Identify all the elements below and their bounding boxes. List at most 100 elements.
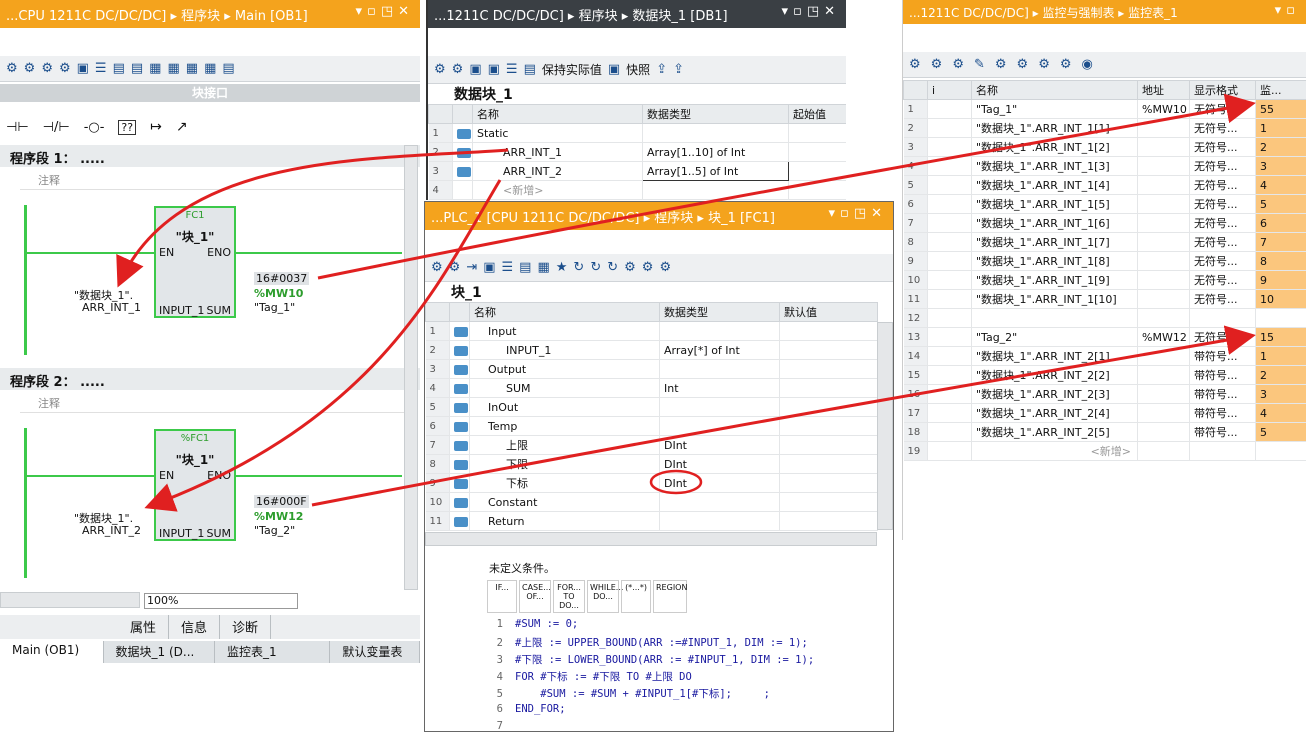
table-row[interactable]: 18 "数据块_1".ARR_INT_2[5] 带符号... 5 bbox=[903, 422, 1306, 442]
row-type[interactable]: Array[1..10] of Int bbox=[642, 142, 789, 162]
row-format[interactable]: 无符号 bbox=[1189, 327, 1256, 347]
toolbar-icon[interactable]: ⚙ bbox=[1017, 57, 1029, 72]
network-1-comment[interactable]: 注释 bbox=[20, 172, 410, 190]
row-start[interactable] bbox=[788, 142, 846, 162]
row-format[interactable] bbox=[1189, 308, 1256, 328]
table-row[interactable]: 10 "数据块_1".ARR_INT_1[9] 无符号... 9 bbox=[903, 270, 1306, 290]
network-1-header[interactable]: 程序段 1： ..... bbox=[0, 145, 420, 167]
table-row[interactable]: 11 Return bbox=[425, 511, 878, 531]
toolbar-icon[interactable]: ▦ bbox=[167, 61, 179, 76]
table-row[interactable]: 19 <新增> bbox=[903, 441, 1306, 461]
row-format[interactable]: 无符号... bbox=[1189, 99, 1256, 119]
table-row[interactable]: 8 "数据块_1".ARR_INT_1[7] 无符号... 7 bbox=[903, 232, 1306, 252]
code-line[interactable]: 7 bbox=[485, 720, 515, 731]
row-default[interactable] bbox=[779, 340, 878, 360]
toolbar-icon[interactable]: ⚙ bbox=[1038, 57, 1050, 72]
no-contact-icon[interactable]: ⊣⊢ bbox=[6, 120, 29, 135]
row-default[interactable] bbox=[779, 321, 878, 341]
col-type[interactable]: 数据类型 bbox=[659, 302, 780, 322]
code-line[interactable]: 5 #SUM := #SUM + #INPUT_1[#下标]; ; bbox=[485, 686, 770, 701]
row-format[interactable] bbox=[1189, 441, 1256, 461]
table-row[interactable]: 5 InOut bbox=[425, 397, 878, 417]
col-format[interactable]: 显示格式 bbox=[1189, 80, 1256, 100]
row-address[interactable] bbox=[1137, 384, 1190, 404]
tab-properties[interactable]: 属性 bbox=[118, 615, 170, 639]
row-address[interactable] bbox=[1137, 156, 1190, 176]
window-controls[interactable]: ▾▫◳✕ bbox=[781, 4, 840, 19]
row-name[interactable]: Temp bbox=[469, 416, 660, 436]
network-2-comment[interactable]: 注释 bbox=[20, 395, 410, 413]
close-branch-icon[interactable]: ↗ bbox=[176, 119, 188, 135]
table-row[interactable]: 7 上限 DInt bbox=[425, 435, 878, 455]
output-operand[interactable]: "Tag_1" bbox=[254, 301, 295, 314]
snapshot-icon[interactable]: ▣ bbox=[608, 62, 620, 77]
table-row[interactable]: 3 ARR_INT_2 Array[1..5] of Int bbox=[428, 161, 846, 181]
toolbar-icon[interactable]: ⚙ bbox=[6, 61, 18, 76]
toolbar-icon[interactable]: ⚙ bbox=[909, 57, 921, 72]
table-row[interactable]: 1 "Tag_1" %MW10 无符号... 55 bbox=[903, 99, 1306, 119]
toolbar-icon[interactable]: ☰ bbox=[506, 62, 518, 77]
input-operand[interactable]: ARR_INT_2 bbox=[82, 524, 141, 537]
row-format[interactable]: 无符号... bbox=[1189, 118, 1256, 138]
row-type[interactable]: DInt bbox=[659, 435, 780, 455]
code-line[interactable]: 4 FOR #下标 := #下限 TO #上限 DO bbox=[485, 669, 692, 684]
row-default[interactable] bbox=[779, 511, 878, 531]
row-name[interactable]: "数据块_1".ARR_INT_1[7] bbox=[971, 232, 1138, 252]
toolbar-icon[interactable]: ⚙ bbox=[952, 57, 964, 72]
row-name[interactable]: "数据块_1".ARR_INT_1[5] bbox=[971, 194, 1138, 214]
col-name[interactable]: 名称 bbox=[469, 302, 660, 322]
toolbar-icon[interactable]: ▣ bbox=[483, 260, 495, 275]
nc-contact-icon[interactable]: ⊣/⊢ bbox=[43, 120, 70, 135]
row-address[interactable] bbox=[1137, 251, 1190, 271]
window-controls[interactable]: ▾▫ bbox=[1275, 3, 1300, 18]
table-row[interactable]: 15 "数据块_1".ARR_INT_2[2] 带符号... 2 bbox=[903, 365, 1306, 385]
row-name[interactable]: Output bbox=[469, 359, 660, 379]
row-format[interactable]: 无符号... bbox=[1189, 194, 1256, 214]
monitor-all-icon[interactable]: ◉ bbox=[1082, 57, 1093, 72]
row-format[interactable]: 无符号... bbox=[1189, 289, 1256, 309]
col-start[interactable]: 起始值 bbox=[788, 104, 846, 124]
code-line[interactable]: 1 #SUM := 0; bbox=[485, 618, 579, 630]
col-monitor[interactable]: 监... bbox=[1255, 80, 1306, 100]
row-name[interactable]: "数据块_1".ARR_INT_1[1] bbox=[971, 118, 1138, 138]
row-type[interactable] bbox=[659, 359, 780, 379]
table-row[interactable]: 17 "数据块_1".ARR_INT_2[4] 带符号... 4 bbox=[903, 403, 1306, 423]
row-address[interactable] bbox=[1137, 346, 1190, 366]
toolbar-icon[interactable]: ⚙ bbox=[642, 260, 654, 275]
toolbar-icon[interactable]: ⇪ bbox=[673, 62, 684, 77]
tab-diagnostics[interactable]: 诊断 bbox=[220, 615, 272, 639]
toolbar-icon[interactable]: ★ bbox=[556, 260, 568, 275]
table-row[interactable]: 4 <新增> bbox=[428, 180, 846, 200]
table-row[interactable]: 9 "数据块_1".ARR_INT_1[8] 无符号... 8 bbox=[903, 251, 1306, 271]
toolbar-icon[interactable]: ⚙ bbox=[24, 61, 36, 76]
network-2-header[interactable]: 程序段 2： ..... bbox=[0, 368, 420, 390]
row-format[interactable]: 无符号... bbox=[1189, 232, 1256, 252]
window-controls[interactable]: ▾▫◳✕ bbox=[355, 4, 414, 19]
col-name[interactable]: 名称 bbox=[472, 104, 643, 124]
row-address[interactable] bbox=[1137, 270, 1190, 290]
row-format[interactable]: 带符号... bbox=[1189, 422, 1256, 442]
row-default[interactable] bbox=[779, 492, 878, 512]
table-row[interactable]: 11 "数据块_1".ARR_INT_1[10] 无符号... 10 bbox=[903, 289, 1306, 309]
taskbar-default-tag-table[interactable]: 默认变量表 bbox=[330, 641, 420, 663]
toolbar-icon[interactable]: ⚙ bbox=[624, 260, 636, 275]
toolbar-icon[interactable]: ▣ bbox=[469, 62, 481, 77]
row-type[interactable] bbox=[659, 321, 780, 341]
input-operand[interactable]: ARR_INT_1 bbox=[82, 301, 141, 314]
toolbar-icon[interactable]: ⚙ bbox=[59, 61, 71, 76]
row-name[interactable]: SUM bbox=[469, 378, 660, 398]
row-name[interactable]: "数据块_1".ARR_INT_1[4] bbox=[971, 175, 1138, 195]
table-row[interactable]: 9 下标 DInt bbox=[425, 473, 878, 493]
row-default[interactable] bbox=[779, 378, 878, 398]
toolbar-icon[interactable]: ⚙ bbox=[41, 61, 53, 76]
row-name[interactable]: 上限 bbox=[469, 435, 660, 455]
case-button[interactable]: CASE... OF... bbox=[519, 580, 551, 613]
scl-code-editor[interactable]: 1 #SUM := 0; 2 #上限 := UPPER_BOUND(ARR :=#I… bbox=[485, 614, 893, 731]
table-row[interactable]: 4 "数据块_1".ARR_INT_1[3] 无符号... 3 bbox=[903, 156, 1306, 176]
row-address[interactable] bbox=[1137, 232, 1190, 252]
empty-box-icon[interactable]: ?? bbox=[118, 119, 137, 135]
table-row[interactable]: 2 INPUT_1 Array[*] of Int bbox=[425, 340, 878, 360]
row-address[interactable]: %MW10 bbox=[1137, 99, 1190, 119]
row-default[interactable] bbox=[779, 435, 878, 455]
row-format[interactable]: 带符号... bbox=[1189, 384, 1256, 404]
